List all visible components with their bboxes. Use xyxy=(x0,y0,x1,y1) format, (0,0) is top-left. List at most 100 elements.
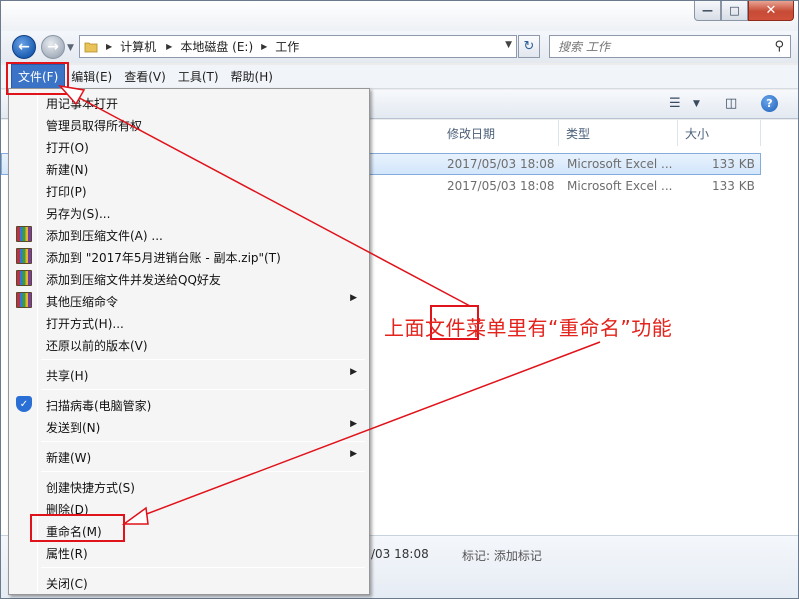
menu-item-archive-send-qq[interactable]: 添加到压缩文件并发送给QQ好友 xyxy=(11,267,367,289)
menu-item-close[interactable]: 关闭(C) xyxy=(11,571,367,593)
winrar-icon xyxy=(16,248,32,264)
menu-bar: 文件(F) 编辑(E) 查看(V) 工具(T) 帮助(H) xyxy=(1,64,798,89)
menu-tools[interactable]: 工具(T) xyxy=(172,65,225,88)
menu-separator xyxy=(41,389,365,390)
menu-item-add-to-zip[interactable]: 添加到 "2017年5月进销台账 - 副本.zip"(T) xyxy=(11,245,367,267)
close-button[interactable]: ✕ xyxy=(748,1,794,21)
annotation-text-before: 上面 xyxy=(384,316,425,340)
chevron-down-icon[interactable]: ▼ xyxy=(505,40,512,50)
file-modified: 2017/05/03 18:08 xyxy=(447,179,555,193)
menu-separator xyxy=(41,471,365,472)
shield-icon: ✓ xyxy=(16,396,32,412)
annotation-note: 上面文件菜单里有“重命名”功能 xyxy=(384,312,672,341)
winrar-icon xyxy=(16,292,32,308)
annotation-text-boxed: 文件 xyxy=(425,316,466,340)
menu-item-label: 新建(W) xyxy=(46,451,92,465)
close-icon: ✕ xyxy=(765,3,777,18)
menu-item-other-archive[interactable]: 其他压缩命令 ▶ xyxy=(11,289,367,311)
maximize-button[interactable]: □ xyxy=(721,1,748,21)
help-icon: ? xyxy=(766,97,773,110)
column-header-type[interactable]: 类型 xyxy=(560,120,678,146)
history-dropdown-icon[interactable]: ▼ xyxy=(67,43,74,53)
menu-item-label: 其他压缩命令 xyxy=(46,295,119,309)
menu-help[interactable]: 帮助(H) xyxy=(225,65,279,88)
details-date: /03 18:08 xyxy=(371,547,429,561)
menu-item-label: 发送到(N) xyxy=(46,421,101,435)
view-options-icon[interactable]: ☰ xyxy=(669,96,681,111)
menu-edit[interactable]: 编辑(E) xyxy=(65,65,118,88)
winrar-icon xyxy=(16,270,32,286)
menu-item-label: 创建快捷方式(S) xyxy=(46,481,135,495)
chevron-right-icon: ▶ xyxy=(106,42,113,51)
minimize-icon: — xyxy=(702,4,713,17)
highlight-rename xyxy=(30,514,125,542)
file-modified: 2017/05/03 18:08 xyxy=(447,157,555,171)
menu-item-open[interactable]: 打开(O) xyxy=(11,135,367,157)
search-box[interactable]: ⚲ xyxy=(549,35,791,58)
submenu-arrow-icon: ▶ xyxy=(350,449,357,459)
menu-item-label: 还原以前的版本(V) xyxy=(46,339,148,353)
caption-buttons: — □ ✕ xyxy=(694,1,794,21)
menu-item-label: 用记事本打开 xyxy=(46,97,119,111)
navigation-bar: ← → ▼ ▶ 计算机 ▶ 本地磁盘 (E:) ▶ 工作 ▼ ↻ ⚲ xyxy=(1,31,798,63)
menu-item-label: 打开(O) xyxy=(46,141,89,155)
details-tags[interactable]: 标记: 添加标记 xyxy=(462,547,542,564)
menu-item-label: 打开方式(H)... xyxy=(46,317,124,331)
arrow-left-icon: ← xyxy=(18,39,30,55)
refresh-icon: ↻ xyxy=(523,39,535,54)
menu-item-label: 管理员取得所有权 xyxy=(46,119,143,133)
breadcrumb: ▶ 计算机 ▶ 本地磁盘 (E:) ▶ 工作 xyxy=(102,38,299,55)
preview-pane-icon[interactable]: ◫ xyxy=(725,96,737,111)
file-type: Microsoft Excel ... xyxy=(567,157,673,171)
menu-item-label: 扫描病毒(电脑管家) xyxy=(46,399,152,413)
breadcrumb-work[interactable]: 工作 xyxy=(275,38,299,55)
submenu-arrow-icon: ▶ xyxy=(350,367,357,377)
column-header-modified[interactable]: 修改日期 xyxy=(441,120,559,146)
menu-item-new-submenu[interactable]: 新建(W) ▶ xyxy=(11,445,367,467)
menu-item-label: 打印(P) xyxy=(46,185,87,199)
highlight-file-menu xyxy=(6,62,69,95)
file-type: Microsoft Excel ... xyxy=(567,179,673,193)
menu-item-label: 属性(R) xyxy=(46,547,88,561)
menu-item-label: 新建(N) xyxy=(46,163,89,177)
breadcrumb-computer[interactable]: 计算机 xyxy=(120,38,156,55)
menu-separator xyxy=(41,441,365,442)
menu-item-open-with[interactable]: 打开方式(H)... xyxy=(11,311,367,333)
menu-item-create-shortcut[interactable]: 创建快捷方式(S) xyxy=(11,475,367,497)
menu-item-send-to[interactable]: 发送到(N) ▶ xyxy=(11,415,367,437)
menu-item-new[interactable]: 新建(N) xyxy=(11,157,367,179)
breadcrumb-drive-e[interactable]: 本地磁盘 (E:) xyxy=(180,38,253,55)
menu-item-properties[interactable]: 属性(R) xyxy=(11,541,367,563)
search-icon[interactable]: ⚲ xyxy=(774,39,784,54)
chevron-right-icon[interactable]: ▶ xyxy=(166,42,172,51)
menu-item-label: 添加到压缩文件(A) ... xyxy=(46,229,163,243)
menu-item-restore-versions[interactable]: 还原以前的版本(V) xyxy=(11,333,367,355)
minimize-button[interactable]: — xyxy=(694,1,721,21)
menu-item-label: 添加到压缩文件并发送给QQ好友 xyxy=(46,273,221,287)
chevron-down-icon[interactable]: ▼ xyxy=(693,99,700,109)
menu-view[interactable]: 查看(V) xyxy=(118,65,172,88)
maximize-icon: □ xyxy=(729,4,740,17)
menu-item-share[interactable]: 共享(H) ▶ xyxy=(11,363,367,385)
menu-item-scan-virus[interactable]: ✓ 扫描病毒(电脑管家) xyxy=(11,393,367,415)
search-input[interactable] xyxy=(550,36,760,57)
address-bar[interactable]: ▶ 计算机 ▶ 本地磁盘 (E:) ▶ 工作 ▼ xyxy=(79,35,517,58)
folder-icon xyxy=(80,36,102,57)
menu-separator xyxy=(41,359,365,360)
menu-item-print[interactable]: 打印(P) xyxy=(11,179,367,201)
chevron-right-icon[interactable]: ▶ xyxy=(261,42,267,51)
title-bar: — □ ✕ xyxy=(1,1,798,31)
column-header-size[interactable]: 大小 xyxy=(679,120,761,146)
winrar-icon xyxy=(16,226,32,242)
forward-button[interactable]: → xyxy=(41,35,65,59)
submenu-arrow-icon: ▶ xyxy=(350,293,357,303)
help-button[interactable]: ? xyxy=(761,95,778,112)
menu-item-take-ownership[interactable]: 管理员取得所有权 xyxy=(11,113,367,135)
submenu-arrow-icon: ▶ xyxy=(350,419,357,429)
menu-item-label: 另存为(S)... xyxy=(46,207,111,221)
annotation-text-after: 菜单里有“重命名”功能 xyxy=(466,316,673,340)
menu-item-save-as[interactable]: 另存为(S)... xyxy=(11,201,367,223)
back-button[interactable]: ← xyxy=(12,35,36,59)
menu-item-add-to-archive[interactable]: 添加到压缩文件(A) ... xyxy=(11,223,367,245)
refresh-button[interactable]: ↻ xyxy=(518,35,540,58)
